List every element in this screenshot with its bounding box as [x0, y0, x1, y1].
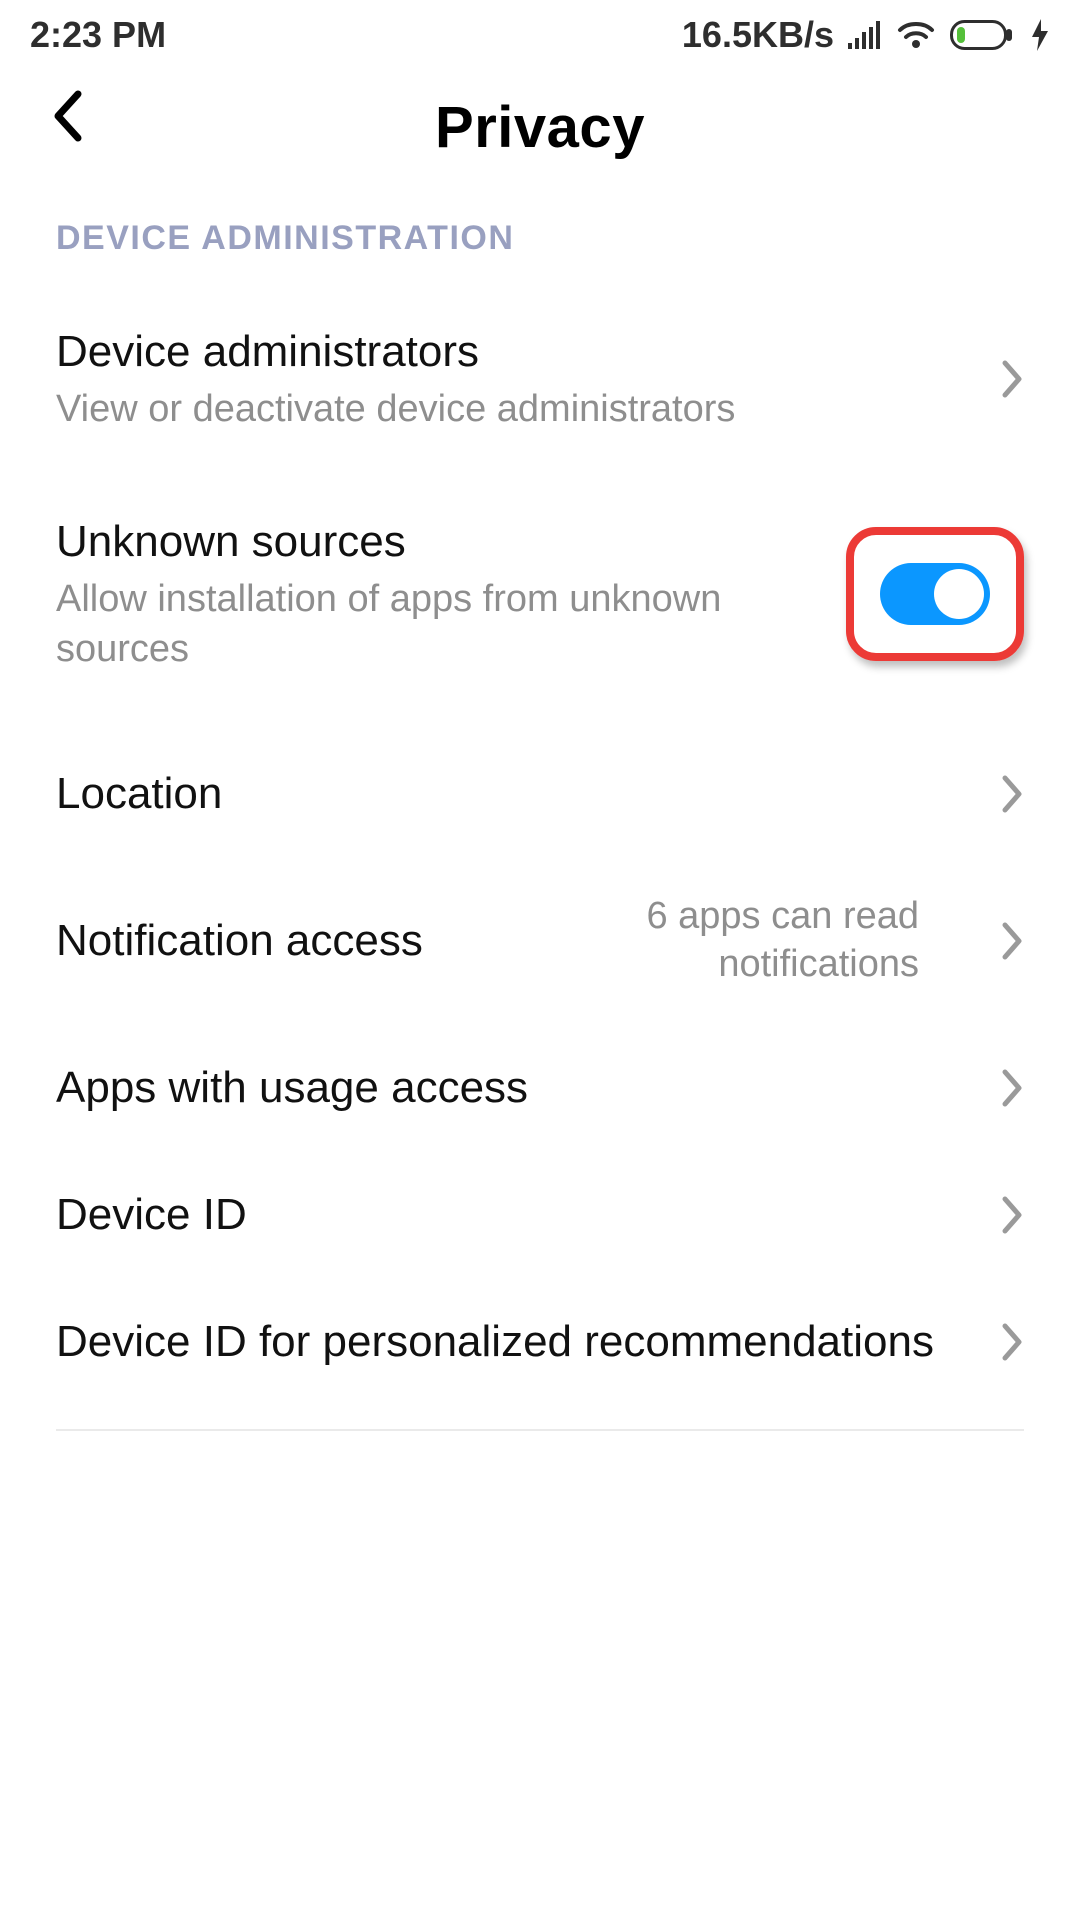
row-title: Notification access: [56, 913, 456, 968]
battery-icon: [950, 20, 1016, 50]
row-title: Location: [56, 766, 980, 821]
unknown-sources-toggle[interactable]: [880, 563, 990, 625]
row-device-administrators[interactable]: Device administrators View or deactivate…: [0, 288, 1080, 470]
row-apps-usage-access[interactable]: Apps with usage access: [0, 1024, 1080, 1151]
row-device-id-personalized[interactable]: Device ID for personalized recommendatio…: [0, 1278, 1080, 1405]
status-right: 16.5KB/s 7: [682, 14, 1050, 56]
divider: [56, 1429, 1024, 1431]
row-title: Unknown sources: [56, 514, 826, 569]
row-title: Device ID: [56, 1187, 980, 1242]
chevron-right-icon: [1000, 774, 1024, 814]
row-subtitle: Allow installation of apps from unknown …: [56, 575, 826, 674]
row-subtitle: View or deactivate device administrators: [56, 385, 980, 434]
cellular-signal-icon: [848, 21, 882, 49]
row-device-id[interactable]: Device ID: [0, 1151, 1080, 1278]
charging-icon: [1030, 19, 1050, 51]
back-button[interactable]: [50, 88, 86, 144]
page-title: Privacy: [435, 94, 645, 161]
status-bar: 2:23 PM 16.5KB/s 7: [0, 0, 1080, 66]
section-label-device-administration: DEVICE ADMINISTRATION: [0, 201, 1080, 288]
row-unknown-sources[interactable]: Unknown sources Allow installation of ap…: [0, 470, 1080, 718]
row-value: 6 apps can read notifications: [539, 893, 919, 988]
chevron-right-icon: [1000, 921, 1024, 961]
row-title: Apps with usage access: [56, 1060, 980, 1115]
chevron-right-icon: [1000, 359, 1024, 399]
status-time: 2:23 PM: [30, 14, 166, 56]
toggle-knob: [934, 569, 984, 619]
chevron-right-icon: [1000, 1195, 1024, 1235]
row-notification-access[interactable]: Notification access 6 apps can read noti…: [0, 857, 1080, 1024]
row-title: Device administrators: [56, 324, 980, 379]
status-net-speed: 16.5KB/s: [682, 14, 834, 56]
header: Privacy: [0, 66, 1080, 201]
chevron-right-icon: [1000, 1322, 1024, 1362]
wifi-icon: [896, 20, 936, 50]
row-location[interactable]: Location: [0, 718, 1080, 857]
highlight-box: [846, 527, 1024, 661]
row-title: Device ID for personalized recommendatio…: [56, 1314, 980, 1369]
chevron-right-icon: [1000, 1068, 1024, 1108]
